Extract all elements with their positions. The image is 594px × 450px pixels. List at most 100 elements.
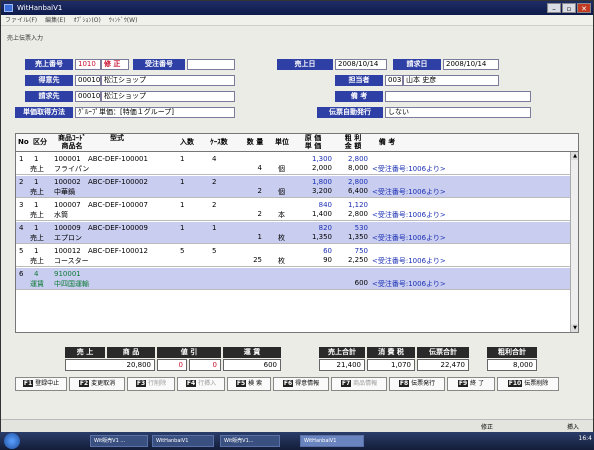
minimize-button[interactable]: – (547, 3, 561, 13)
price-method-label: 単価取得方法 (15, 107, 73, 118)
function-key-bar: F1 登録中止 F2 変更取消 F3 行削除 F4 行挿入 F5 検 索 F6 得意情報 F7 商品情報 F… (15, 377, 585, 391)
cell-amount: 600 (354, 279, 368, 287)
order-no-field[interactable] (187, 59, 235, 70)
freight-label: 運 賃 (223, 347, 281, 358)
start-button[interactable] (4, 433, 20, 449)
freight-total-field: 600 (223, 359, 281, 371)
cell-cost: 840 (318, 201, 332, 209)
menu-file[interactable]: ファイル(F) (5, 17, 37, 24)
cell-amount: 1,350 (347, 233, 368, 241)
grid-header: No 区分 商品ｺｰﾄﾞ 商品名 型式 入数 ｹｰｽ数 数 量 単位 原 価 単… (16, 134, 578, 152)
bill-to-code-field[interactable]: 00010 (75, 91, 101, 102)
cell-name: コースター (54, 257, 89, 265)
auto-issue-field[interactable]: しない (385, 107, 531, 118)
fkey-f4-button[interactable]: F4 行挿入 (177, 377, 225, 391)
goods-total-field: 20,800 (65, 359, 155, 371)
close-button[interactable]: ✕ (577, 3, 591, 13)
col-unit: 単位 (275, 138, 289, 146)
menu-window[interactable]: ｳｨﾝﾄﾞｳ(W) (109, 17, 138, 24)
table-row[interactable]: 2 1 売上 100002 ABC-DEF-100002 中華鍋 1 2 2 個 1,800 3,20… (16, 176, 572, 198)
cell-price: 1,350 (311, 233, 332, 241)
bill-to-name-field: 松江ショップ (101, 91, 235, 102)
billing-date-field[interactable]: 2008/10/14 (443, 59, 499, 70)
menu-edit[interactable]: 編集(E) (45, 17, 65, 24)
fkey-f8-button[interactable]: F8 伝票発行 (389, 377, 445, 391)
task-item-4[interactable]: WitHanbaiV1 (300, 435, 364, 447)
col-amount: 金 額 (344, 142, 362, 150)
fkey-label: F7 (340, 380, 352, 387)
cell-cases: 4 (212, 155, 217, 163)
grid-scrollbar[interactable]: ▲ ▼ (570, 152, 578, 332)
fkey-label: F3 (135, 380, 147, 387)
task-item-1[interactable]: Wit販売V1 ... (90, 435, 148, 447)
cell-irisu: 1 (180, 178, 185, 186)
staff-name-field: 山本 史彦 (403, 75, 499, 86)
status-mode: 修正 (481, 424, 494, 431)
task-item-2[interactable]: WitHanbaiV1 (152, 435, 214, 447)
window-title: WitHanbaiV1 (17, 4, 63, 12)
tax-total-field: 1,070 (367, 359, 415, 371)
fkey-text: 行挿入 (198, 380, 217, 387)
fkey-label: F1 (22, 380, 34, 387)
remarks-field[interactable] (385, 91, 531, 102)
cell-code: 100012 (54, 247, 81, 255)
sales-date-field[interactable]: 2008/10/14 (335, 59, 387, 70)
cell-k2: 売上 (30, 211, 44, 219)
profit-total-label: 粗利合計 (487, 347, 537, 358)
cell-code: 100001 (54, 155, 81, 163)
table-row[interactable]: 3 1 売上 100007 ABC-DEF-100007 水筒 1 2 2 本 840 1,400 1,… (16, 199, 572, 221)
cell-no: 4 (19, 224, 24, 232)
cell-note: <受注番号:1006より> (372, 234, 446, 242)
cell-unit: 枚 (278, 234, 285, 242)
cell-no: 5 (19, 247, 24, 255)
sales-label: 売 上 (65, 347, 105, 358)
fkey-text: 行削除 (148, 380, 167, 387)
col-irisu: 入数 (180, 138, 194, 146)
fkey-f3-button[interactable]: F3 行削除 (127, 377, 175, 391)
status-bar: 修正 挿入 (1, 419, 593, 432)
fkey-label: F9 (457, 380, 469, 387)
menu-options[interactable]: ｵﾌﾟｼｮﾝ(O) (73, 17, 100, 24)
customer-code-field[interactable]: 00010 (75, 75, 101, 86)
status-insert: 挿入 (567, 424, 580, 431)
scroll-down-icon[interactable]: ▼ (571, 324, 578, 332)
fkey-text: 登録中止 (35, 380, 60, 387)
cell-profit: 2,800 (347, 155, 368, 163)
table-row[interactable]: 6 4 運賃 910001 中四国運輸 600 <受注番号:1006より> (16, 268, 572, 290)
scroll-up-icon[interactable]: ▲ (571, 152, 578, 160)
cell-no: 2 (19, 178, 24, 186)
col-price: 単 価 (304, 142, 322, 150)
cell-note: <受注番号:1006より> (372, 165, 446, 173)
task-item-3[interactable]: Wit販売V1... (220, 435, 280, 447)
col-cases: ｹｰｽ数 (210, 138, 228, 146)
sales-date-label: 売上日 (277, 59, 333, 70)
cell-model: ABC-DEF-100012 (88, 247, 148, 255)
cell-amount: 2,800 (347, 210, 368, 218)
table-row[interactable]: 1 1 売上 100001 ABC-DEF-100001 フライパン 1 4 4 個 1,300 2,… (16, 153, 572, 175)
table-row[interactable]: 4 1 売上 100009 ABC-DEF-100009 エプロン 1 1 1 枚 820 1,350… (16, 222, 572, 244)
cell-qty: 1 (257, 233, 262, 241)
slip-total-field: 22,470 (417, 359, 469, 371)
fkey-f7-button[interactable]: F7 商品情報 (331, 377, 387, 391)
fkey-f1-button[interactable]: F1 登録中止 (15, 377, 67, 391)
goods-label: 商 品 (107, 347, 155, 358)
cell-note: <受注番号:1006より> (372, 188, 446, 196)
cell-name: 水筒 (54, 211, 68, 219)
fkey-f6-button[interactable]: F6 得意情報 (273, 377, 329, 391)
fkey-f9-button[interactable]: F9 終 了 (447, 377, 495, 391)
fkey-f5-button[interactable]: F5 検 索 (227, 377, 271, 391)
col-kubun: 区分 (33, 138, 47, 146)
cell-k2: 売上 (30, 188, 44, 196)
fkey-label: F4 (185, 380, 197, 387)
cell-no: 3 (19, 201, 24, 209)
sales-no-field[interactable]: 1010 (75, 59, 101, 70)
fkey-f10-button[interactable]: F10 伝票削除 (497, 377, 559, 391)
maximize-button[interactable]: ▫ (562, 3, 576, 13)
remarks-label: 備 考 (335, 91, 383, 102)
cell-k2: 売上 (30, 165, 44, 173)
fkey-f2-button[interactable]: F2 変更取消 (69, 377, 125, 391)
fkey-text: 伝票削除 (524, 380, 549, 387)
staff-code-field[interactable]: 003 (385, 75, 403, 86)
cell-qty: 2 (257, 210, 262, 218)
table-row[interactable]: 5 1 売上 100012 ABC-DEF-100012 コースター 5 5 25 枚 60 90 75… (16, 245, 572, 267)
